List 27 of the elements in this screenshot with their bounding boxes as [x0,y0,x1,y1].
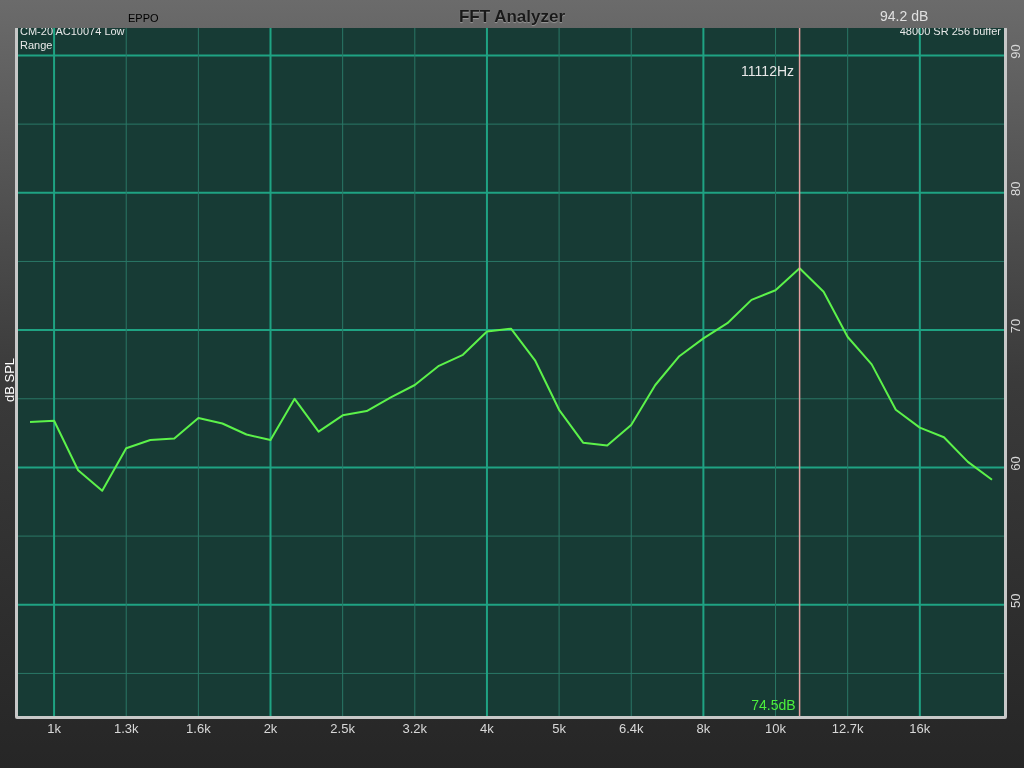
sample-rate-label: 48000 SR 256 buffer [899,28,1001,37]
app-title: FFT Analyzer [458,6,566,28]
x-tick-label: 4k [480,721,494,736]
x-tick-label: 1k [47,721,61,736]
y-tick-label: 90 [1008,44,1023,59]
cursor-frequency-label: 11112Hz [741,63,795,79]
x-tick-label: 10k [765,721,786,736]
x-tick-label: 12.7k [831,721,864,736]
y-axis-title: dB SPL [2,357,17,403]
x-tick-label: 16k [909,721,931,736]
x-tick-label: 2k [263,721,278,736]
cursor-level-label: 74.5dB [751,697,796,713]
y-tick-label: 50 [1008,593,1023,608]
x-tick-label: 6.4k [618,721,644,736]
level-reading: 94.2 dB [880,7,929,26]
device-label: CM-20 AC10074 Low [20,28,125,37]
x-tick-label: 8k [696,721,711,736]
x-tick-label: 1.3k [113,721,139,736]
device-label: Range [20,39,53,51]
brand-label: EPPO [128,11,159,26]
x-tick-label: 3.2k [402,721,428,736]
x-tick-label: 2.5k [330,721,355,736]
y-tick-label: 60 [1008,456,1023,471]
x-tick-label: 1.6k [186,721,211,736]
x-tick-label: 5k [552,721,566,736]
y-tick-label: 80 [1008,181,1023,196]
y-tick-label: 70 [1008,318,1023,334]
